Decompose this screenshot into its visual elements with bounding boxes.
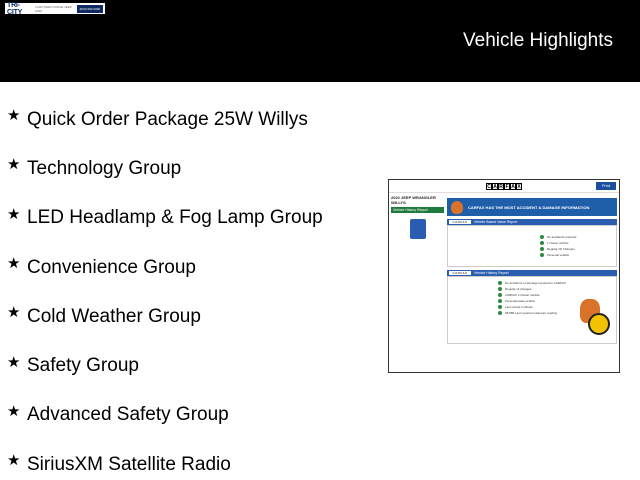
star-icon: ★: [7, 402, 21, 420]
carfax-row-label: CARFAX 1-Owner vehicle: [505, 293, 540, 297]
star-icon: ★: [7, 255, 21, 273]
check-icon: [540, 253, 544, 257]
page-title: Vehicle Highlights: [463, 30, 613, 51]
feature-label: Cold Weather Group: [27, 305, 201, 327]
carfax-row-label: 38,886 Last reported odometer reading: [505, 311, 558, 315]
header-bar: TRI-CITY CHRYSLER DODGE JEEP RAM (920) 9…: [0, 0, 640, 82]
logo-text: TRI-CITY: [7, 1, 23, 16]
carfax-row-label: Personal lease vehicle: [505, 299, 536, 303]
list-item: ★ Advanced Safety Group: [7, 391, 323, 440]
star-icon: ★: [7, 304, 21, 322]
carfax-row-label: Last owned in Illinois: [505, 305, 533, 309]
list-item: ★ Convenience Group: [7, 243, 323, 292]
carfax-fox-icon: [451, 200, 463, 214]
feature-label: SiriusXM Satellite Radio: [27, 453, 231, 475]
carfax-row-label: Regular Oil Changes: [547, 247, 575, 251]
check-icon: [498, 293, 502, 297]
carfax-mini-logo: CARFAX: [449, 220, 471, 224]
feature-list: ★ Quick Order Package 25W Willys ★ Technol…: [7, 95, 323, 480]
check-icon: [498, 287, 502, 291]
carfax-history-box: No accidents or damage reported to CARFA…: [447, 276, 617, 344]
star-icon: ★: [7, 107, 21, 125]
carfax-seal-icon: [588, 313, 610, 335]
carfax-row-label: No accidents reported: [547, 235, 577, 239]
dealer-logo[interactable]: TRI-CITY CHRYSLER DODGE JEEP RAM (920) 9…: [5, 1, 105, 16]
star-icon: ★: [7, 205, 21, 223]
carfax-logo: C A R F A X: [486, 182, 522, 190]
check-icon: [540, 247, 544, 251]
carfax-value-box: No accidents reported 1 Owner vehicle Re…: [447, 225, 617, 267]
carfax-mini-logo: CARFAX: [449, 271, 471, 275]
carfax-main: CARFAX HAS THE MOST ACCIDENT & DAMAGE IN…: [447, 195, 617, 344]
check-icon: [540, 241, 544, 245]
carfax-nav-item[interactable]: Vehicle History Report: [391, 207, 444, 213]
feature-label: Safety Group: [27, 355, 139, 377]
list-item: ★ Quick Order Package 25W Willys: [7, 95, 323, 144]
carfax-report-thumbnail[interactable]: C A R F A X Print 2022 JEEP WRANGLER WIL…: [388, 179, 620, 373]
check-icon: [498, 311, 502, 315]
star-icon: ★: [7, 156, 21, 174]
star-icon: ★: [7, 452, 21, 470]
carfax-badge-icon: [409, 219, 426, 239]
feature-label: Technology Group: [27, 157, 182, 179]
carfax-print-button[interactable]: Print: [596, 182, 616, 190]
carfax-row-label: Personal vehicle: [547, 253, 570, 257]
list-item: ★ SiriusXM Satellite Radio: [7, 440, 323, 480]
feature-label: Advanced Safety Group: [27, 404, 229, 426]
feature-label: Convenience Group: [27, 256, 196, 278]
logo-phone: (920) 952-6000: [76, 4, 103, 13]
carfax-row-label: 1 Owner vehicle: [547, 241, 569, 245]
carfax-banner-text: CARFAX HAS THE MOST ACCIDENT & DAMAGE IN…: [468, 204, 590, 210]
carfax-row: 38,886 Last reported odometer reading: [498, 310, 566, 316]
check-icon: [498, 281, 502, 285]
list-item: ★ LED Headlamp & Fog Lamp Group: [7, 194, 323, 243]
feature-label: LED Headlamp & Fog Lamp Group: [27, 207, 323, 229]
check-icon: [498, 299, 502, 303]
list-item: ★ Cold Weather Group: [7, 292, 323, 341]
carfax-vehicle-title: 2022 JEEP WRANGLER WILLYS: [391, 195, 436, 205]
check-icon: [498, 305, 502, 309]
feature-label: Quick Order Package 25W Willys: [27, 108, 308, 130]
carfax-row: Personal vehicle: [540, 252, 576, 258]
star-icon: ★: [7, 353, 21, 371]
carfax-topbar: C A R F A X Print: [389, 180, 619, 193]
carfax-banner: CARFAX HAS THE MOST ACCIDENT & DAMAGE IN…: [447, 198, 617, 216]
carfax-logo-letter: X: [516, 182, 522, 190]
list-item: ★ Technology Group: [7, 144, 323, 193]
list-item: ★ Safety Group: [7, 341, 323, 390]
carfax-section-title: Vehicle Based Value Report: [474, 220, 518, 224]
carfax-row-label: No accidents or damage reported to CARFA…: [505, 281, 566, 285]
carfax-row-label: Regular oil changes: [505, 287, 532, 291]
carfax-section-title: Vehicle History Report: [474, 271, 509, 275]
check-icon: [540, 235, 544, 239]
carfax-sidebar: 2022 JEEP WRANGLER WILLYS Vehicle Histor…: [391, 195, 444, 239]
logo-subtext: CHRYSLER DODGE JEEP RAM: [35, 4, 72, 13]
